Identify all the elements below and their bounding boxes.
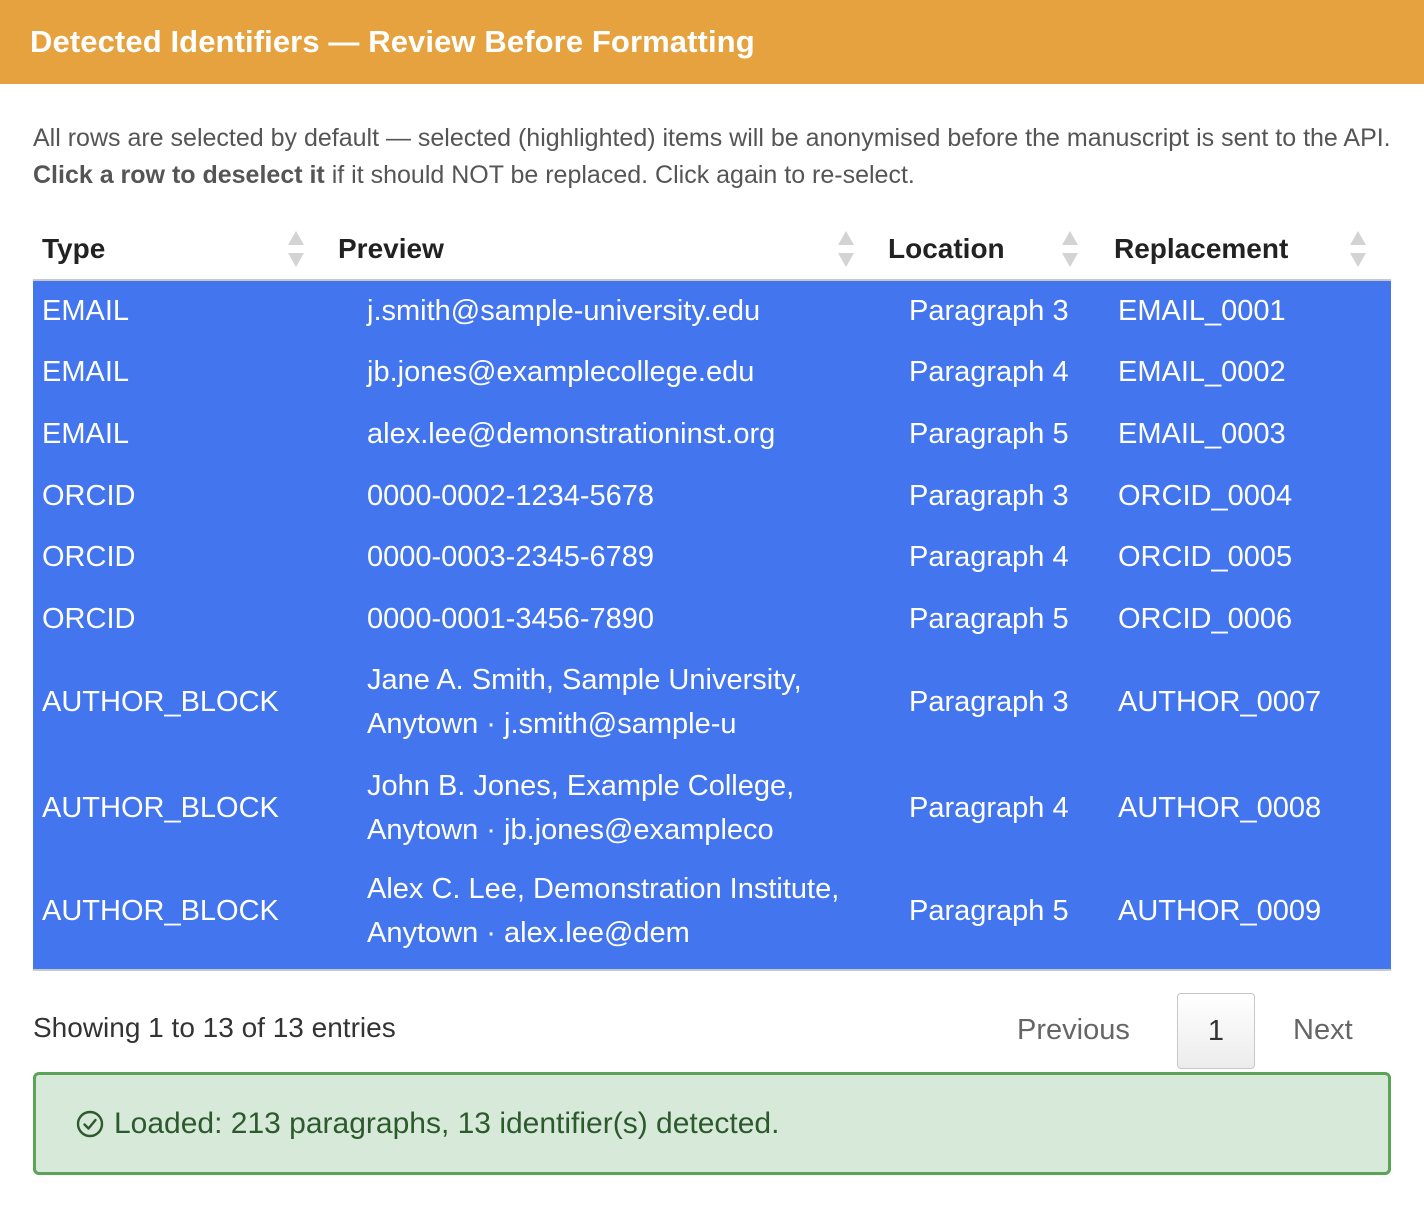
cell-replacement: EMAIL_0003: [1118, 417, 1286, 450]
cell-replacement: AUTHOR_0008: [1118, 791, 1322, 824]
table-row[interactable]: AUTHOR_BLOCK Jane A. Smith, Sample Unive…: [33, 649, 1391, 756]
cell-replacement: ORCID_0006: [1118, 602, 1293, 635]
cell-location: Paragraph 3: [909, 479, 1069, 512]
cell-location: Paragraph 3: [909, 295, 1069, 328]
table-row[interactable]: EMAIL alex.lee@demonstrationinst.org Par…: [33, 403, 1391, 465]
column-header-preview[interactable]: Preview: [330, 218, 880, 281]
sort-icon: [838, 229, 854, 269]
cell-type: EMAIL: [42, 295, 130, 328]
cell-location: Paragraph 4: [909, 791, 1069, 824]
cell-location: Paragraph 3: [909, 686, 1069, 719]
cell-preview: 0000-0003-2345-6789: [367, 541, 655, 574]
panel-header: Detected Identifiers — Review Before For…: [0, 0, 1424, 84]
page-1-button[interactable]: 1: [1177, 993, 1255, 1069]
cell-type: AUTHOR_BLOCK: [42, 894, 279, 927]
column-header-label: Location: [888, 232, 1005, 264]
cell-location: Paragraph 4: [909, 356, 1069, 389]
cell-location: Paragraph 5: [909, 894, 1069, 927]
cell-location: Paragraph 4: [909, 541, 1069, 574]
cell-type: ORCID: [42, 479, 136, 512]
cell-replacement: EMAIL_0002: [1118, 356, 1286, 389]
column-header-label: Preview: [338, 232, 444, 264]
table-row[interactable]: AUTHOR_BLOCK Alex C. Lee, Demonstration …: [33, 860, 1391, 969]
status-text: Loaded: 213 paragraphs, 13 identifier(s)…: [114, 1106, 780, 1140]
identifiers-table: Type Preview Location Replacement EMAIL …: [33, 218, 1391, 969]
table-row[interactable]: ORCID 0000-0003-2345-6789 Paragraph 4 OR…: [33, 526, 1391, 588]
sort-icon: [288, 229, 304, 269]
instructions-bold: Click a row to deselect it: [33, 161, 325, 189]
cell-preview: jb.jones@examplecollege.edu: [367, 356, 755, 389]
instructions-text: All rows are selected by default — selec…: [33, 120, 1393, 194]
identifiers-table-container: Type Preview Location Replacement EMAIL …: [33, 218, 1391, 971]
column-header-label: Replacement: [1114, 232, 1289, 264]
previous-page-button[interactable]: Previous: [1017, 1014, 1130, 1047]
column-header-type[interactable]: Type: [33, 218, 330, 281]
table-row[interactable]: EMAIL jb.jones@examplecollege.edu Paragr…: [33, 341, 1391, 404]
cell-preview: Jane A. Smith, Sample University, Anytow…: [367, 664, 802, 741]
cell-replacement: ORCID_0005: [1118, 541, 1293, 574]
table-bottom-border: [33, 968, 1391, 971]
cell-preview: alex.lee@demonstrationinst.org: [367, 417, 776, 450]
check-circle-icon: [76, 1110, 104, 1137]
cell-preview: Alex C. Lee, Demonstration Institute, An…: [367, 872, 840, 949]
entries-info: Showing 1 to 13 of 13 entries: [33, 1012, 396, 1043]
next-page-button[interactable]: Next: [1293, 1014, 1353, 1047]
instructions-part-2: if it should NOT be replaced. Click agai…: [324, 161, 915, 189]
sort-icon: [1350, 229, 1366, 269]
cell-replacement: EMAIL_0001: [1118, 295, 1286, 328]
cell-type: ORCID: [42, 602, 136, 635]
cell-type: EMAIL: [42, 417, 130, 450]
sort-icon: [1062, 229, 1078, 269]
cell-replacement: ORCID_0004: [1118, 479, 1293, 512]
cell-preview: 0000-0002-1234-5678: [367, 479, 655, 512]
cell-location: Paragraph 5: [909, 602, 1069, 635]
table-header-row: Type Preview Location Replacement: [33, 218, 1391, 281]
cell-type: EMAIL: [42, 356, 130, 389]
cell-preview: John B. Jones, Example College, Anytown …: [367, 769, 795, 846]
cell-replacement: AUTHOR_0009: [1118, 894, 1322, 927]
status-alert: Loaded: 213 paragraphs, 13 identifier(s)…: [33, 1072, 1391, 1175]
table-row[interactable]: ORCID 0000-0001-3456-7890 Paragraph 5 OR…: [33, 587, 1391, 650]
table-row[interactable]: EMAIL j.smith@sample-university.edu Para…: [33, 280, 1391, 342]
column-header-replacement[interactable]: Replacement: [1106, 218, 1391, 281]
cell-type: AUTHOR_BLOCK: [42, 686, 279, 719]
cell-replacement: AUTHOR_0007: [1118, 686, 1322, 719]
pagination: Previous 1 Next: [990, 992, 1390, 1070]
column-header-location[interactable]: Location: [880, 218, 1106, 281]
panel-title: Detected Identifiers — Review Before For…: [30, 24, 755, 59]
cell-type: AUTHOR_BLOCK: [42, 791, 279, 824]
table-row[interactable]: ORCID 0000-0002-1234-5678 Paragraph 3 OR…: [33, 464, 1391, 527]
column-header-label: Type: [42, 232, 106, 264]
cell-type: ORCID: [42, 541, 136, 574]
cell-preview: 0000-0001-3456-7890: [367, 602, 655, 635]
instructions-part-1: All rows are selected by default — selec…: [33, 124, 1391, 152]
table-row[interactable]: AUTHOR_BLOCK John B. Jones, Example Coll…: [33, 755, 1391, 861]
cell-location: Paragraph 5: [909, 417, 1069, 450]
cell-preview: j.smith@sample-university.edu: [367, 295, 761, 328]
